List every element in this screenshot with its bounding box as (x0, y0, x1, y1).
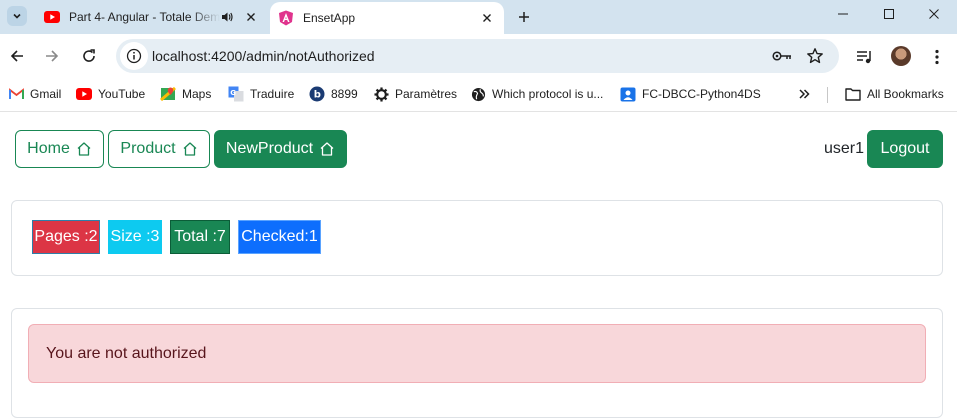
bookmark-gmail[interactable]: Gmail (8, 85, 61, 103)
app-page: Home Product NewProduct user1 Logout Pag… (0, 113, 957, 418)
gmail-icon (8, 86, 24, 102)
b-logo-icon: b (309, 86, 325, 102)
bookmarks-overflow-button[interactable] (798, 85, 810, 103)
site-info-button[interactable] (120, 42, 148, 70)
bookmark-label: Gmail (30, 87, 62, 101)
not-authorized-alert: You are not authorized (28, 324, 926, 383)
all-bookmarks-button[interactable]: All Bookmarks (845, 85, 944, 103)
close-icon[interactable] (478, 9, 496, 27)
total-text: Total :7 (174, 228, 226, 245)
house-icon (77, 142, 91, 156)
logout-label: Logout (880, 140, 930, 157)
alert-message: You are not authorized (46, 344, 207, 362)
reload-button[interactable] (78, 45, 100, 67)
globe-icon (470, 86, 486, 102)
house-icon (183, 142, 197, 156)
translate-icon: G (228, 86, 244, 102)
browser-toolbar: localhost:4200/admin/notAuthorized (0, 34, 957, 78)
gear-icon (373, 86, 389, 102)
home-button[interactable]: Home (15, 130, 104, 168)
maximize-button[interactable] (866, 0, 912, 28)
media-playlist-icon[interactable] (854, 46, 876, 68)
new-product-label: NewProduct (225, 140, 314, 157)
logout-button[interactable]: Logout (867, 130, 943, 168)
youtube-icon (76, 86, 92, 102)
double-chevron-right-icon (799, 89, 810, 99)
new-tab-button[interactable] (512, 5, 536, 29)
back-button[interactable] (6, 45, 28, 67)
star-icon[interactable] (805, 47, 825, 65)
bookmark-fc-dbcc[interactable]: FC-DBCC-Python4DS (620, 85, 761, 103)
house-icon (320, 142, 334, 156)
total-badge: Total :7 (170, 220, 230, 254)
username: user1 (824, 140, 865, 157)
pages-text: Pages :2 (34, 228, 98, 245)
minimize-icon (838, 13, 848, 15)
bookmark-label: YouTube (98, 87, 146, 101)
checked-badge: Checked:1 (238, 220, 321, 254)
bookmark-label: Maps (182, 87, 212, 101)
reload-icon (83, 49, 95, 62)
person-card-icon (620, 86, 636, 102)
bookmark-youtube[interactable]: YouTube (76, 85, 145, 103)
close-icon[interactable] (242, 8, 260, 26)
youtube-icon (44, 11, 60, 23)
plus-icon (519, 12, 529, 22)
maps-icon (160, 86, 176, 102)
bookmark-maps[interactable]: Maps (160, 85, 211, 103)
svg-text:b: b (314, 90, 321, 101)
window-close-button[interactable] (911, 0, 957, 28)
arrow-left-icon (10, 50, 23, 62)
tab-title: EnsetApp (303, 11, 356, 25)
bookmark-label: Traduire (250, 87, 295, 101)
url-text[interactable]: localhost:4200/admin/notAuthorized (152, 48, 375, 64)
svg-text:G: G (230, 89, 236, 97)
info-icon (126, 48, 142, 64)
pages-badge: Pages :2 (32, 220, 100, 254)
tab-youtube[interactable]: Part 4- Angular - Totale Dem (36, 0, 268, 34)
bookmark-label: 8899 (331, 87, 358, 101)
key-icon[interactable] (772, 47, 792, 65)
tab-ensetapp[interactable]: EnsetApp (270, 2, 504, 34)
bookmark-parametres[interactable]: Paramètres (373, 85, 457, 103)
bookmark-8899[interactable]: b 8899 (309, 85, 358, 103)
product-label: Product (120, 140, 176, 157)
angular-icon (278, 10, 294, 26)
bookmarks-divider (827, 87, 828, 103)
folder-icon (845, 86, 861, 102)
tab-strip: Part 4- Angular - Totale Dem EnsetApp (0, 0, 957, 34)
bookmark-label: Paramètres (395, 87, 458, 101)
product-button[interactable]: Product (108, 130, 210, 168)
new-product-button[interactable]: NewProduct (214, 130, 347, 168)
close-icon (929, 9, 939, 19)
bookmarks-bar: Gmail YouTube Maps G Traduire b 8899 Par… (0, 78, 957, 112)
arrow-right-icon (46, 50, 59, 62)
minimize-button[interactable] (820, 0, 866, 28)
size-badge: Size :3 (108, 220, 162, 254)
bookmark-label: Which protocol is u... (492, 87, 604, 101)
bookmark-label: FC-DBCC-Python4DS (642, 87, 761, 101)
size-text: Size :3 (110, 228, 160, 245)
speaker-icon[interactable] (220, 10, 234, 24)
checked-text: Checked:1 (241, 228, 318, 245)
chevron-down-icon (13, 13, 21, 19)
bookmark-which-protocol[interactable]: Which protocol is u... (470, 85, 603, 103)
tab-title: Part 4- Angular - Totale Dem (69, 10, 220, 24)
address-bar[interactable]: localhost:4200/admin/notAuthorized (116, 39, 839, 73)
profile-avatar[interactable] (891, 46, 911, 66)
bookmark-traduire[interactable]: G Traduire (228, 85, 294, 103)
all-bookmarks-label: All Bookmarks (867, 87, 944, 101)
home-label: Home (27, 140, 70, 157)
more-vert-icon[interactable] (926, 46, 948, 68)
maximize-icon (884, 9, 894, 19)
forward-button[interactable] (41, 45, 63, 67)
tab-search-button[interactable] (7, 6, 27, 26)
